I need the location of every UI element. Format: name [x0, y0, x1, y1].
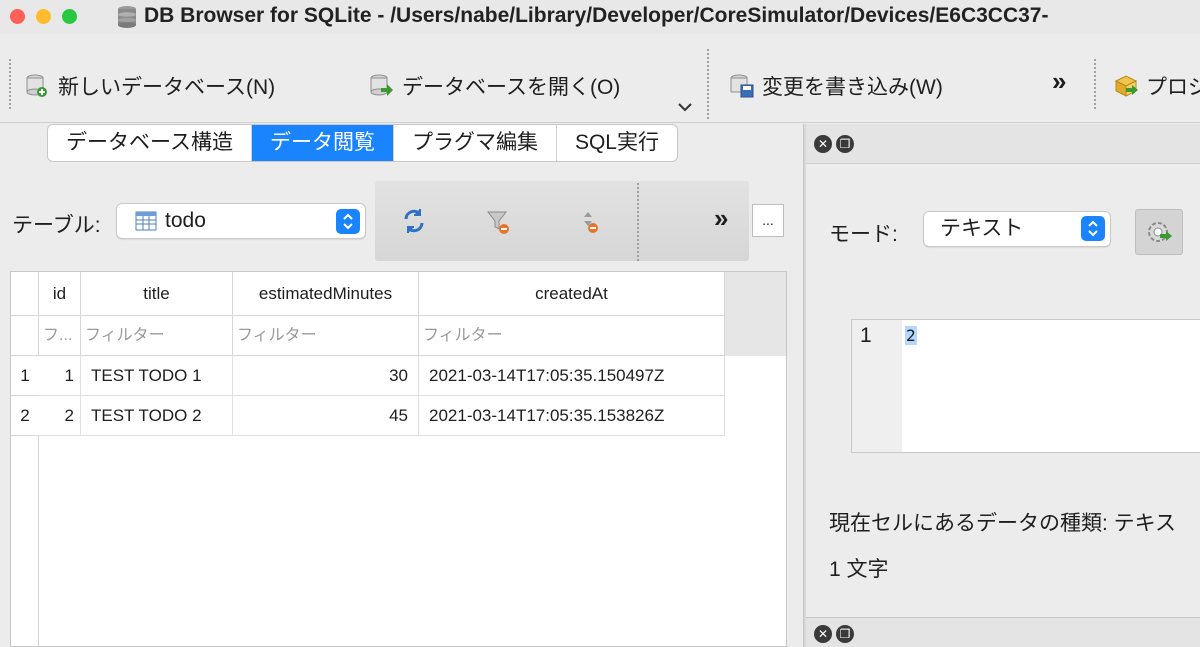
column-header-created-at[interactable]: createdAt	[419, 272, 725, 316]
main-toolbar: 新しいデータベース(N) データベースを開く(O) 変更を書き込み(W) プロジ	[0, 45, 1200, 123]
float-dock-icon[interactable]: ❐	[836, 135, 854, 153]
mode-select-value: テキスト	[940, 217, 1024, 240]
new-database-icon	[26, 74, 47, 97]
close-dock-icon[interactable]: ✕	[814, 135, 832, 153]
new-database-button[interactable]: 新しいデータベース(N)	[24, 71, 275, 101]
filter-row-header	[11, 316, 39, 356]
table-cell-estimated-minutes[interactable]: 30	[233, 356, 419, 396]
cell-editor[interactable]: 1 2	[851, 319, 1200, 453]
window-title: DB Browser for SQLite - /Users/nabe/Libr…	[144, 4, 1049, 27]
filter-input-id[interactable]: フ...	[39, 316, 81, 356]
gear-icon	[1148, 222, 1172, 242]
table-cell-estimated-minutes[interactable]: 45	[233, 396, 419, 436]
browse-toolbar-separator	[637, 183, 639, 261]
tab-execute-sql[interactable]: SQL実行	[557, 125, 677, 161]
column-header-estimated-minutes[interactable]: estimatedMinutes	[233, 272, 419, 316]
column-header-id[interactable]: id	[39, 272, 81, 316]
table-cell-title[interactable]: TEST TODO 2	[81, 396, 233, 436]
filter-input-title[interactable]: フィルター	[81, 316, 233, 356]
table-cell-id[interactable]: 1	[39, 356, 81, 396]
open-database-button[interactable]: データベースを開く(O)	[368, 71, 620, 101]
table-label: テーブル:	[12, 214, 101, 237]
toolbar-grip-2[interactable]	[1094, 59, 1096, 109]
tab-edit-pragmas[interactable]: プラグマ編集	[394, 125, 557, 161]
refresh-icon[interactable]	[401, 207, 427, 235]
toolbar-overflow-button[interactable]: »	[1052, 66, 1067, 97]
project-label: プロジ	[1146, 76, 1200, 99]
filter-input-created-at[interactable]: フィルター	[419, 316, 725, 356]
write-changes-label: 変更を書き込み(W)	[762, 76, 943, 99]
main-tabs: データベース構造 データ閲覧 プラグマ編集 SQL実行	[47, 124, 678, 162]
project-button[interactable]: プロジ	[1112, 71, 1200, 101]
corner-header[interactable]	[11, 272, 39, 316]
write-changes-icon	[730, 74, 754, 98]
tab-database-structure[interactable]: データベース構造	[48, 125, 252, 161]
select-stepper-icon	[336, 209, 360, 234]
toolbar-separator	[707, 49, 709, 119]
more-options-button[interactable]: ...	[752, 204, 784, 237]
close-dock-icon[interactable]: ✕	[814, 625, 832, 643]
grid-empty-header-area	[724, 272, 786, 356]
browse-toolbar	[375, 181, 749, 261]
write-changes-button[interactable]: 変更を書き込み(W)	[728, 71, 943, 101]
close-window-button[interactable]	[10, 9, 25, 24]
filter-input-estimated-minutes[interactable]: フィルター	[233, 316, 419, 356]
title-bar: DB Browser for SQLite - /Users/nabe/Libr…	[0, 0, 1200, 34]
table-cell-created-at[interactable]: 2021-03-14T17:05:35.153826Z	[419, 396, 725, 436]
select-stepper-icon	[1081, 216, 1105, 241]
column-header-title[interactable]: title	[81, 272, 233, 316]
float-dock-icon[interactable]: ❐	[836, 625, 854, 643]
toolbar-grip[interactable]	[9, 59, 11, 109]
new-database-label: 新しいデータベース(N)	[58, 76, 276, 99]
row-header[interactable]: 1	[11, 356, 39, 396]
database-icon	[118, 6, 136, 28]
auto-switch-mode-button[interactable]	[1135, 209, 1183, 255]
cell-value-text[interactable]: 2	[905, 326, 917, 345]
selected-table-value: todo	[165, 209, 206, 232]
row-header[interactable]: 2	[11, 396, 39, 436]
mode-select[interactable]: テキスト	[923, 211, 1111, 247]
second-dock-header: ✕ ❐	[806, 617, 1200, 647]
project-icon	[1114, 75, 1138, 97]
clear-filters-icon[interactable]	[485, 207, 511, 235]
table-icon	[135, 211, 157, 231]
line-number: 1	[860, 324, 872, 347]
chevron-down-icon[interactable]	[676, 100, 694, 114]
zoom-window-button[interactable]	[62, 9, 77, 24]
cell-data-type-label: 現在セルにあるデータの種類: テキス	[829, 512, 1177, 535]
character-count-label: 1 文字	[829, 558, 889, 581]
mode-label: モード:	[829, 223, 898, 246]
open-database-icon	[370, 74, 393, 96]
minimize-window-button[interactable]	[36, 9, 51, 24]
data-grid: id title estimatedMinutes createdAt フ...…	[10, 271, 787, 647]
table-cell-title[interactable]: TEST TODO 1	[81, 356, 233, 396]
clear-sorting-icon[interactable]	[575, 207, 601, 235]
table-select[interactable]: todo	[116, 203, 366, 239]
edit-cell-dock-header: ✕ ❐	[806, 124, 1200, 164]
tab-browse-data[interactable]: データ閲覧	[251, 125, 394, 161]
browse-toolbar-overflow-button[interactable]: »	[714, 203, 729, 234]
table-cell-id[interactable]: 2	[39, 396, 81, 436]
table-cell-created-at[interactable]: 2021-03-14T17:05:35.150497Z	[419, 356, 725, 396]
open-database-label: データベースを開く(O)	[402, 76, 621, 99]
